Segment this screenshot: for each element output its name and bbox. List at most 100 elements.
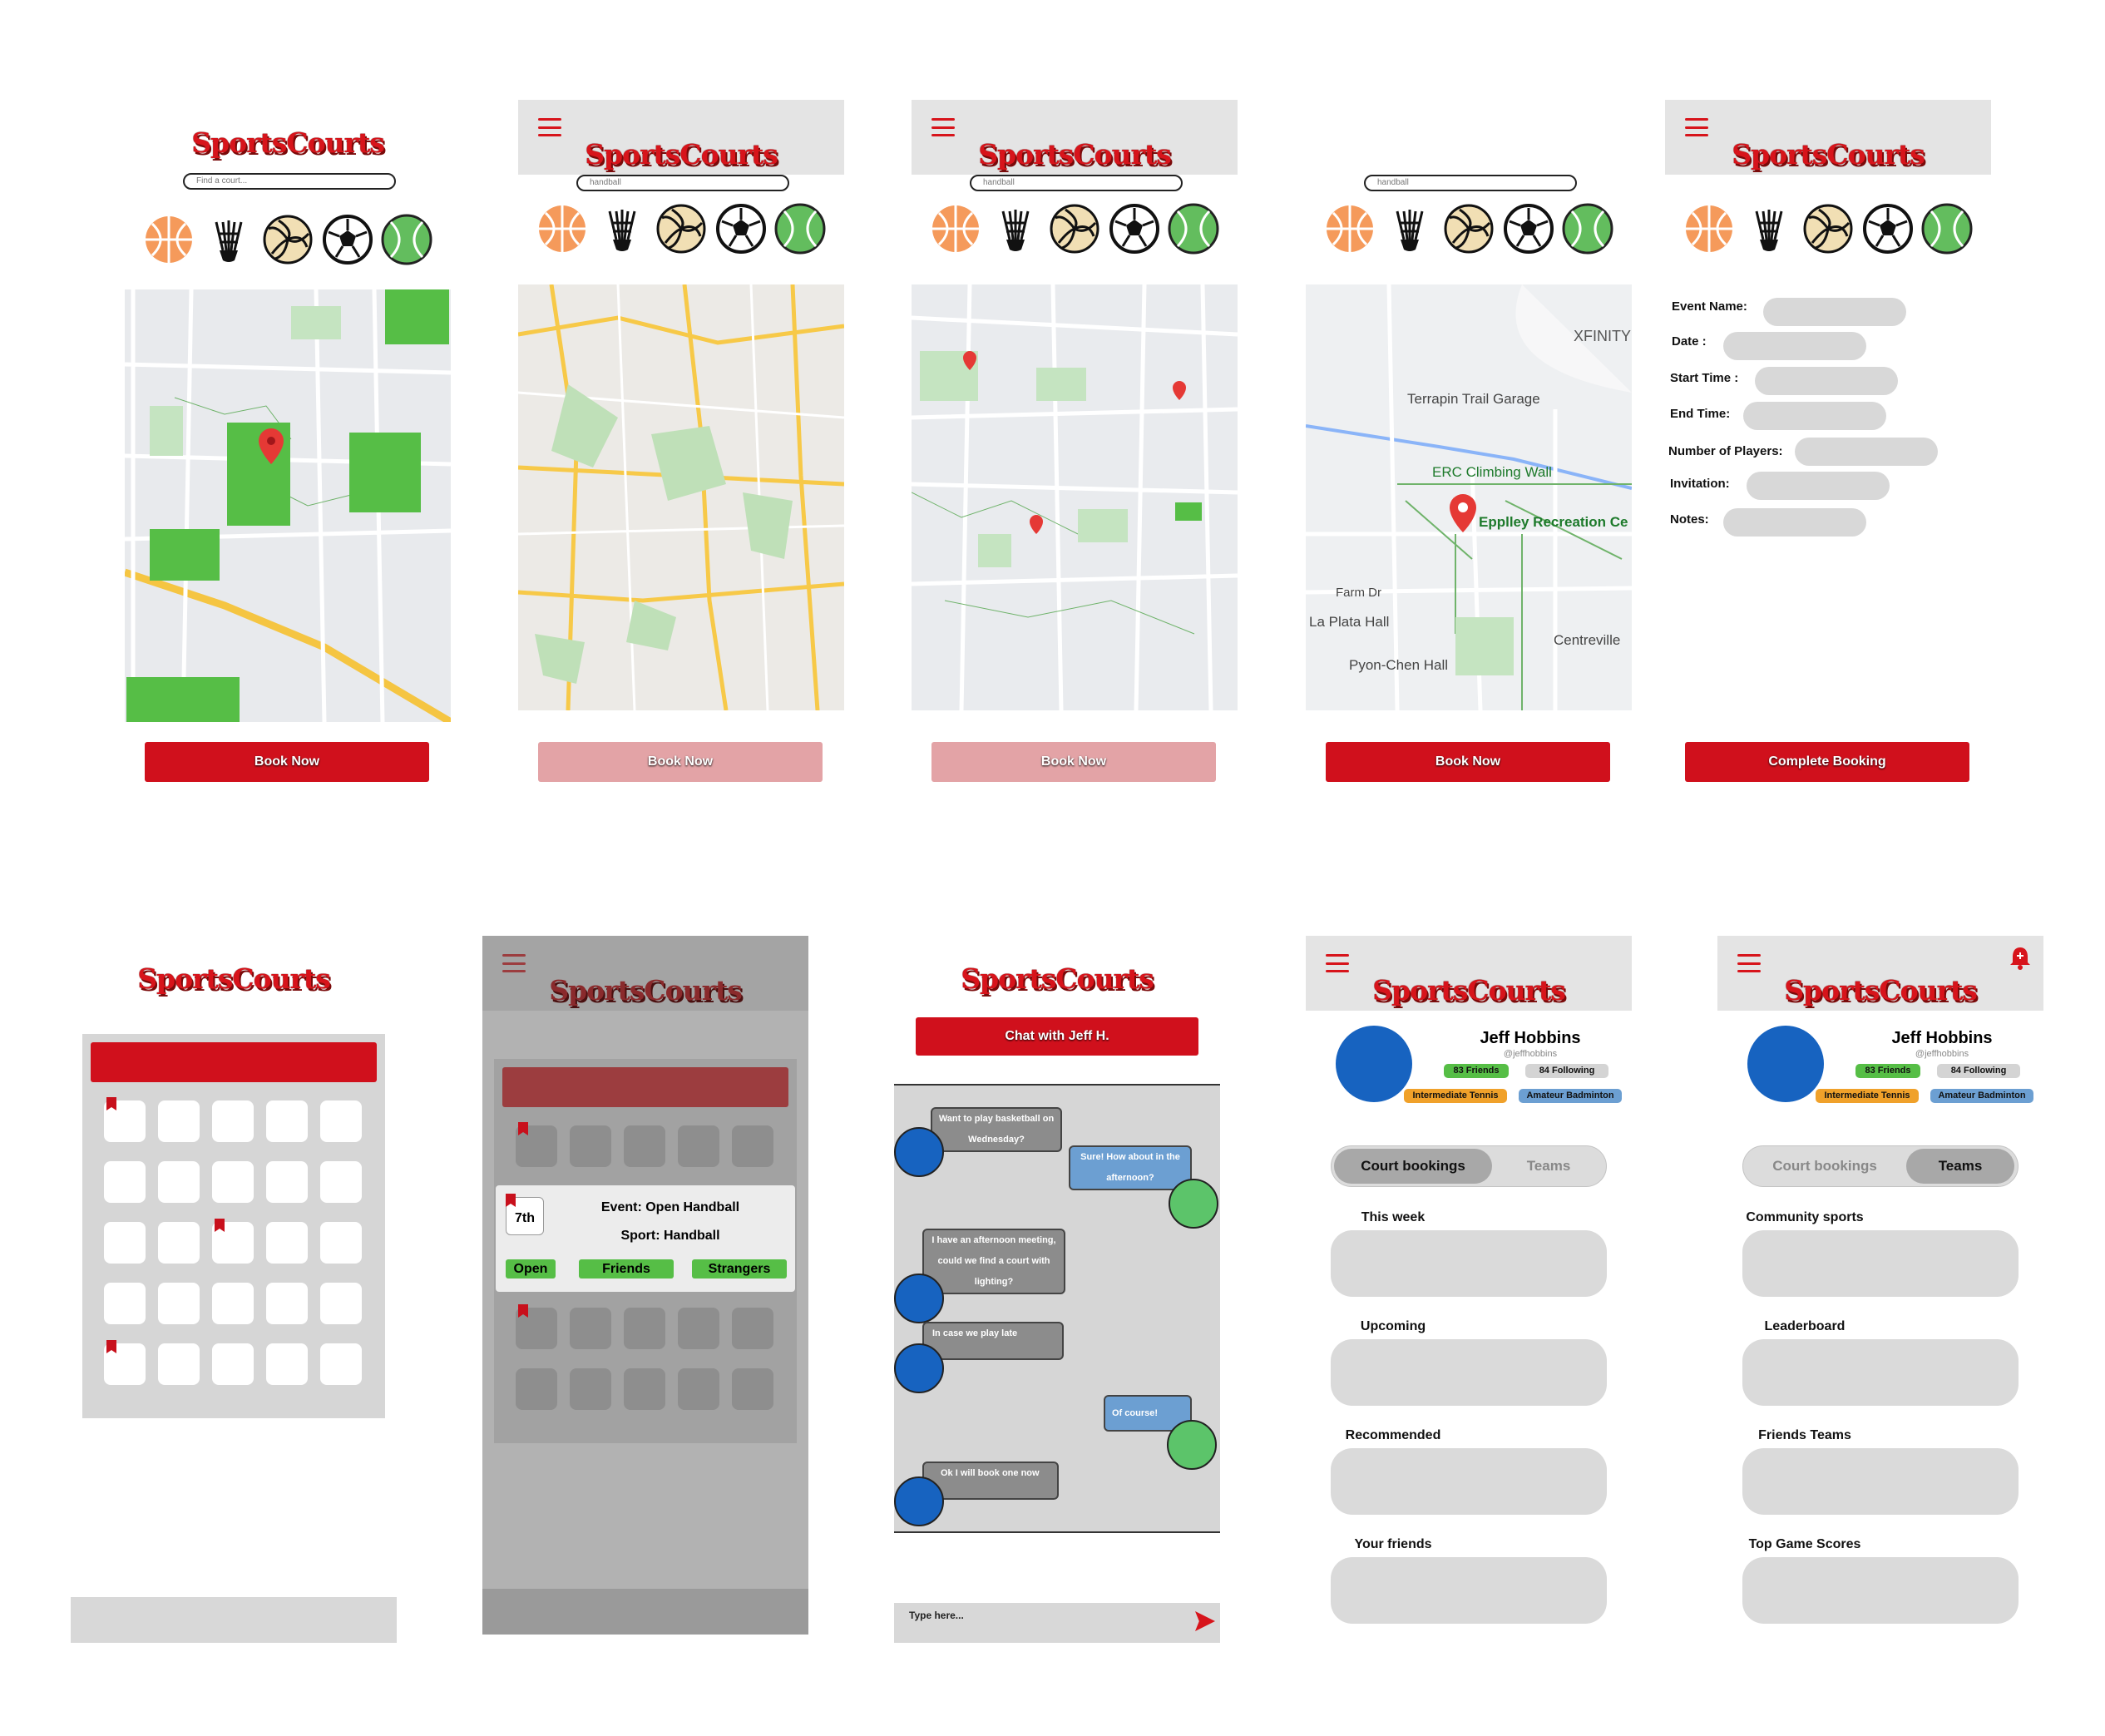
tag-open[interactable]: Open xyxy=(506,1259,556,1279)
friends-count[interactable]: 83 Friends xyxy=(1855,1064,1920,1078)
volleyball-icon[interactable] xyxy=(1047,201,1102,256)
calendar-day-cell[interactable] xyxy=(104,1340,146,1385)
bell-notification-icon[interactable] xyxy=(2007,944,2033,971)
tab-teams[interactable]: Teams xyxy=(1906,1149,2014,1184)
volleyball-icon[interactable] xyxy=(260,212,315,267)
book-now-button[interactable]: Book Now xyxy=(1326,742,1610,782)
badminton-shuttlecock-icon[interactable] xyxy=(201,212,256,267)
badminton-shuttlecock-icon[interactable] xyxy=(1742,201,1796,256)
calendar-day-cell[interactable] xyxy=(320,1161,362,1203)
calendar-day-cell[interactable] xyxy=(104,1283,146,1324)
calendar-day-cell[interactable] xyxy=(624,1125,665,1167)
book-now-button[interactable]: Book Now xyxy=(931,742,1216,782)
start-time-input[interactable] xyxy=(1755,367,1898,395)
tennis-ball-icon[interactable] xyxy=(1920,201,1974,256)
map-view[interactable]: XFINITY Terrapin Trail Garage ERC Climbi… xyxy=(1306,284,1632,710)
basketball-icon[interactable] xyxy=(1682,201,1737,256)
calendar-day-cell[interactable] xyxy=(732,1125,773,1167)
calendar-day-cell[interactable] xyxy=(624,1368,665,1410)
section-card[interactable] xyxy=(1331,1448,1607,1515)
end-time-input[interactable] xyxy=(1743,402,1886,430)
calendar-day-cell[interactable] xyxy=(320,1100,362,1142)
invitation-input[interactable] xyxy=(1747,472,1890,500)
calendar-day-cell[interactable] xyxy=(624,1308,665,1349)
book-now-button[interactable]: Book Now xyxy=(145,742,429,782)
calendar-day-cell[interactable] xyxy=(678,1125,719,1167)
calendar-day-cell[interactable] xyxy=(266,1222,308,1264)
message-input[interactable]: Type here... xyxy=(894,1603,1220,1643)
chat-title-button[interactable]: Chat with Jeff H. xyxy=(916,1017,1198,1056)
badminton-shuttlecock-icon[interactable] xyxy=(595,201,650,256)
search-input[interactable]: handball xyxy=(970,175,1183,191)
soccer-ball-icon[interactable] xyxy=(1107,201,1162,256)
tag-friends[interactable]: Friends xyxy=(579,1259,674,1279)
basketball-icon[interactable] xyxy=(928,201,983,256)
tab-teams[interactable]: Teams xyxy=(1495,1149,1603,1184)
calendar-day-cell[interactable] xyxy=(158,1222,200,1264)
calendar-day-cell[interactable] xyxy=(158,1100,200,1142)
calendar-day-cell[interactable] xyxy=(320,1283,362,1324)
calendar-day-cell[interactable] xyxy=(678,1368,719,1410)
calendar-day-cell[interactable] xyxy=(104,1097,146,1142)
calendar-day-cell[interactable] xyxy=(158,1283,200,1324)
calendar-day-cell[interactable] xyxy=(732,1368,773,1410)
search-input[interactable]: handball xyxy=(1364,175,1577,191)
search-input[interactable]: handball xyxy=(576,175,789,191)
section-card[interactable] xyxy=(1742,1557,2019,1624)
soccer-ball-icon[interactable] xyxy=(714,201,768,256)
search-input[interactable]: Find a court... xyxy=(183,173,396,190)
calendar-day-cell[interactable] xyxy=(678,1308,719,1349)
map-view[interactable] xyxy=(912,284,1238,710)
date-input[interactable] xyxy=(1723,332,1866,360)
tab-court-bookings[interactable]: Court bookings xyxy=(1746,1149,1904,1184)
calendar-day-cell[interactable] xyxy=(212,1283,254,1324)
calendar-day-cell[interactable] xyxy=(320,1222,362,1264)
calendar-day-cell[interactable] xyxy=(516,1122,557,1167)
calendar-day-cell[interactable] xyxy=(320,1343,362,1385)
calendar-day-cell[interactable] xyxy=(266,1100,308,1142)
friends-count[interactable]: 83 Friends xyxy=(1444,1064,1509,1078)
basketball-icon[interactable] xyxy=(535,201,590,256)
calendar-day-cell[interactable] xyxy=(104,1222,146,1264)
tag-strangers[interactable]: Strangers xyxy=(692,1259,787,1279)
hamburger-menu-icon[interactable] xyxy=(1685,118,1708,136)
soccer-ball-icon[interactable] xyxy=(1501,201,1556,256)
calendar-day-cell[interactable] xyxy=(570,1368,611,1410)
tennis-ball-icon[interactable] xyxy=(379,212,434,267)
calendar-day-cell[interactable] xyxy=(516,1304,557,1349)
following-count[interactable]: 84 Following xyxy=(1937,1064,2020,1078)
calendar-day-cell[interactable] xyxy=(570,1308,611,1349)
section-card[interactable] xyxy=(1742,1230,2019,1297)
calendar-day-cell[interactable] xyxy=(266,1283,308,1324)
soccer-ball-icon[interactable] xyxy=(1860,201,1915,256)
basketball-icon[interactable] xyxy=(141,212,196,267)
calendar-day-cell[interactable] xyxy=(266,1343,308,1385)
calendar-day-cell[interactable] xyxy=(732,1308,773,1349)
following-count[interactable]: 84 Following xyxy=(1525,1064,1608,1078)
notes-input[interactable] xyxy=(1723,508,1866,537)
tab-court-bookings[interactable]: Court bookings xyxy=(1334,1149,1492,1184)
map-view[interactable] xyxy=(125,289,451,722)
badminton-shuttlecock-icon[interactable] xyxy=(1382,201,1437,256)
calendar-day-cell[interactable] xyxy=(212,1161,254,1203)
tennis-ball-icon[interactable] xyxy=(1560,201,1615,256)
calendar-day-cell[interactable] xyxy=(212,1219,254,1264)
send-icon[interactable] xyxy=(1195,1611,1215,1631)
volleyball-icon[interactable] xyxy=(1441,201,1496,256)
calendar-day-cell[interactable] xyxy=(516,1368,557,1410)
calendar-day-cell[interactable] xyxy=(104,1161,146,1203)
hamburger-menu-icon[interactable] xyxy=(1326,954,1349,972)
volleyball-icon[interactable] xyxy=(1801,201,1855,256)
event-popup[interactable]: 7th Event: Open Handball Sport: Handball… xyxy=(496,1185,795,1292)
complete-booking-button[interactable]: Complete Booking xyxy=(1685,742,1969,782)
section-card[interactable] xyxy=(1742,1339,2019,1406)
section-card[interactable] xyxy=(1331,1339,1607,1406)
tennis-ball-icon[interactable] xyxy=(1166,201,1221,256)
hamburger-menu-icon[interactable] xyxy=(538,118,561,136)
section-card[interactable] xyxy=(1331,1230,1607,1297)
hamburger-menu-icon[interactable] xyxy=(931,118,955,136)
calendar-day-cell[interactable] xyxy=(212,1100,254,1142)
volleyball-icon[interactable] xyxy=(654,201,709,256)
section-card[interactable] xyxy=(1331,1557,1607,1624)
map-view[interactable] xyxy=(518,284,844,710)
